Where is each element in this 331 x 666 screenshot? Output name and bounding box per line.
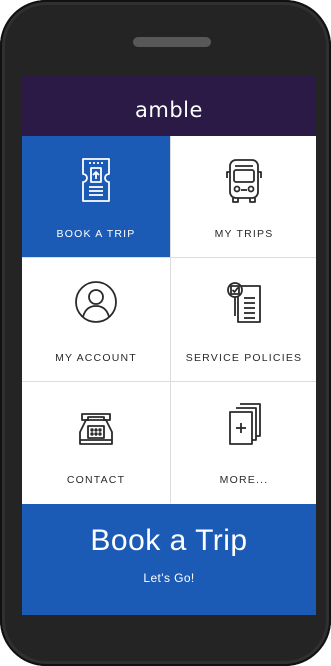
menu-tile-contact[interactable]: CONTACT: [22, 382, 170, 505]
menu-label-my-account: MY ACCOUNT: [55, 352, 137, 364]
bus-icon: [220, 154, 268, 206]
menu-tile-more[interactable]: MORE...: [171, 382, 316, 505]
telephone-icon: [72, 400, 120, 452]
menu-tile-book-a-trip[interactable]: BOOK A TRIP: [22, 136, 170, 257]
add-pages-icon: [220, 400, 268, 452]
phone-speaker: [133, 37, 211, 47]
menu-label-book-a-trip: BOOK A TRIP: [56, 228, 136, 240]
user-icon: [72, 276, 120, 328]
ticket-icon: [72, 154, 120, 206]
app-header: amble: [22, 76, 316, 136]
menu-tile-my-trips[interactable]: MY TRIPS: [171, 136, 316, 257]
phone-frame: amble BOOK A TRIP MY TRIPS MY ACCOUNT SE…: [0, 0, 331, 666]
menu-label-my-trips: MY TRIPS: [214, 228, 274, 240]
cta-subtitle: Let's Go!: [143, 571, 195, 585]
menu-label-contact: CONTACT: [66, 474, 126, 486]
app-screen: amble BOOK A TRIP MY TRIPS MY ACCOUNT SE…: [22, 76, 316, 615]
menu-label-service-policies: SERVICE POLICIES: [185, 352, 303, 364]
main-menu-grid: BOOK A TRIP MY TRIPS MY ACCOUNT SERVICE …: [22, 136, 316, 505]
brand-logo: amble: [135, 97, 203, 122]
menu-tile-service-policies[interactable]: SERVICE POLICIES: [171, 258, 316, 381]
policy-document-icon: [220, 276, 268, 328]
book-a-trip-cta[interactable]: Book a Trip Let's Go!: [22, 504, 316, 615]
cta-title: Book a Trip: [90, 524, 248, 557]
menu-label-more: MORE...: [219, 474, 269, 486]
menu-tile-my-account[interactable]: MY ACCOUNT: [22, 258, 170, 381]
